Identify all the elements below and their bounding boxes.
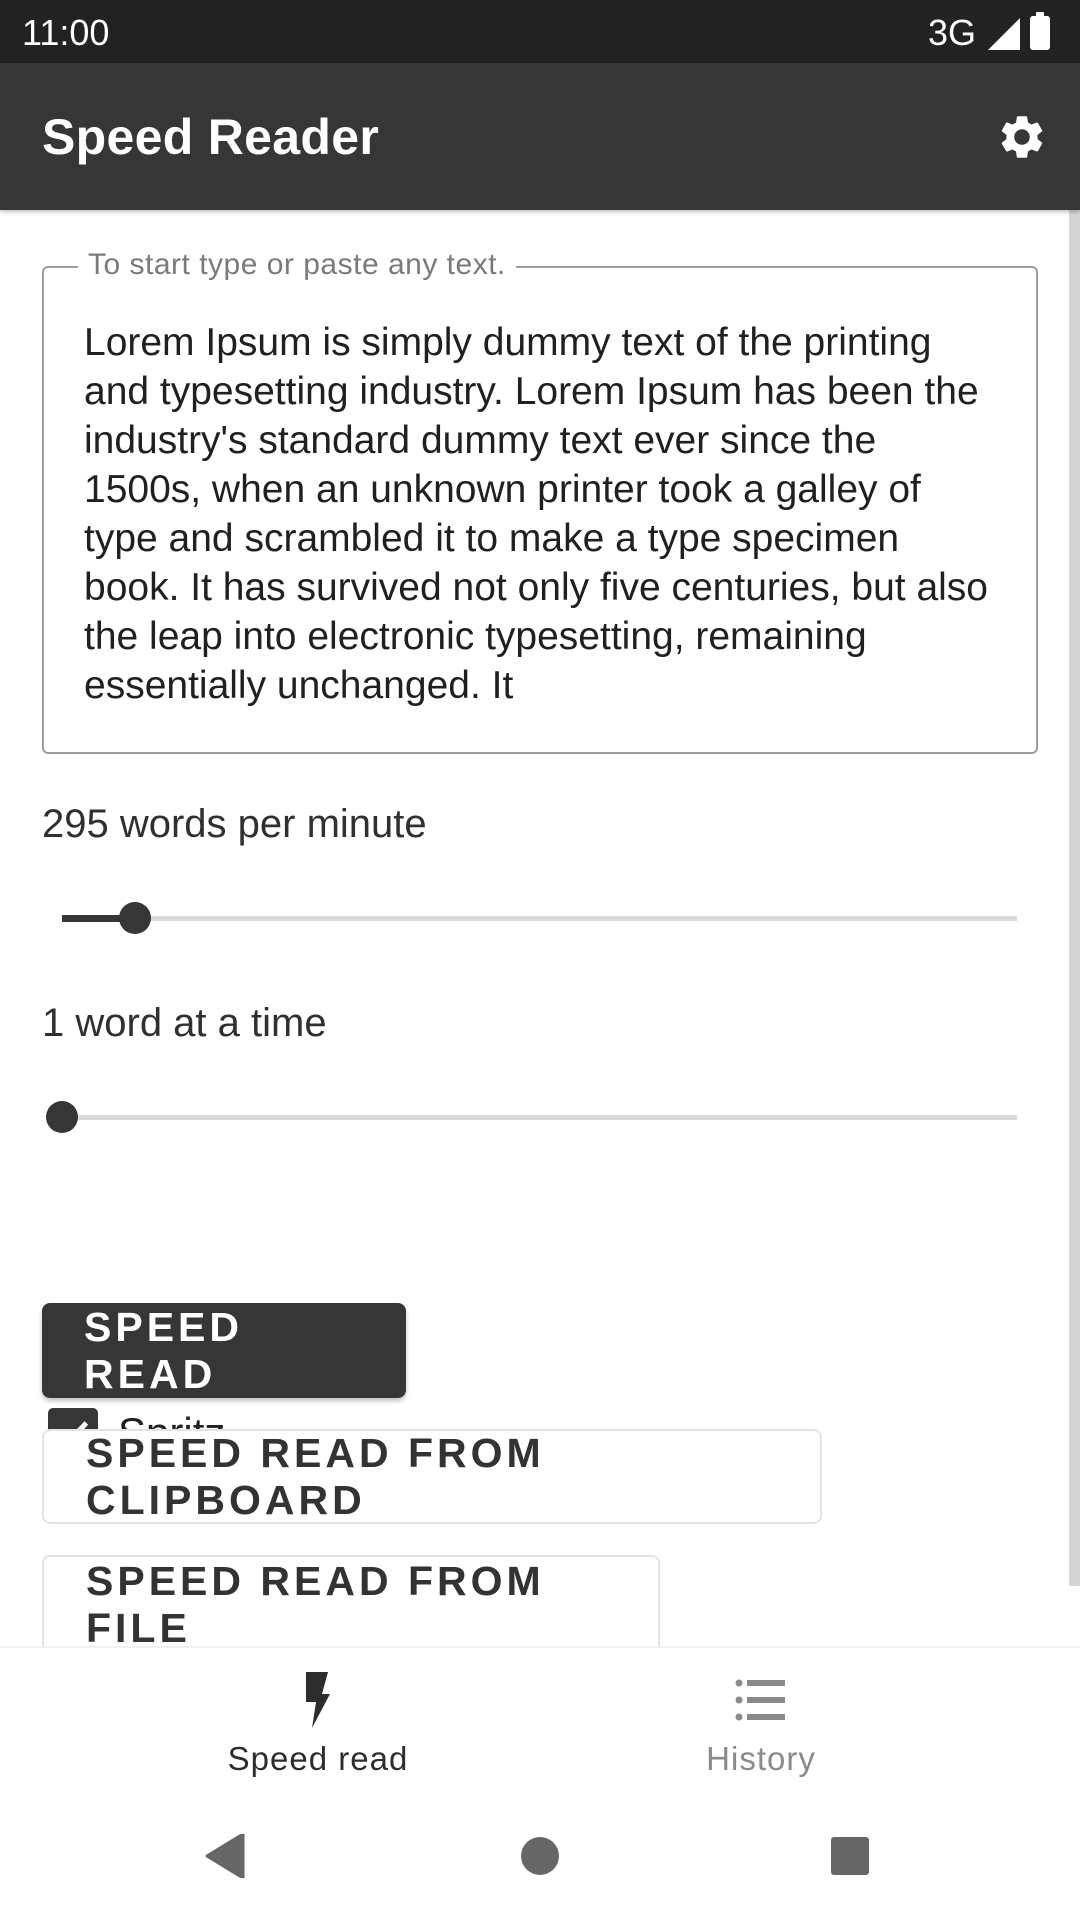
nav-speed-read-label: Speed read: [227, 1740, 409, 1777]
status-time: 11:00: [22, 12, 110, 53]
gear-icon: [1001, 116, 1043, 158]
slider-thumb[interactable]: [119, 902, 151, 934]
chunk-size-label: 1 word at a time: [42, 1001, 327, 1045]
screen: 11:00 3G Speed Reader To start type or p…: [0, 0, 1080, 1920]
text-input-value[interactable]: Lorem Ipsum is simply dummy text of the …: [84, 318, 996, 710]
status-bar: 11:00 3G: [0, 0, 1080, 63]
nav-history[interactable]: History: [491, 1648, 1031, 1798]
home-icon: [521, 1837, 559, 1875]
speed-read-button[interactable]: SPEED READ: [42, 1303, 406, 1398]
slider-track: [62, 916, 1017, 921]
back-button[interactable]: [195, 1826, 255, 1886]
network-type: 3G: [927, 12, 976, 53]
bottom-navigation: Speed read History: [0, 1646, 1080, 1796]
chunk-size-slider[interactable]: [46, 1097, 1017, 1137]
recents-button[interactable]: [820, 1826, 880, 1886]
wpm-label: 295 words per minute: [42, 802, 427, 846]
slider-thumb[interactable]: [46, 1101, 78, 1133]
signal-icon: [988, 18, 1020, 50]
app-bar: Speed Reader: [0, 63, 1080, 210]
system-navigation-bar: [0, 1796, 1080, 1920]
recents-icon: [831, 1837, 869, 1875]
status-icons: 3G: [928, 12, 1050, 54]
scrollbar[interactable]: [1069, 210, 1080, 1586]
home-button[interactable]: [510, 1826, 570, 1886]
battery-icon: [1030, 12, 1050, 50]
speed-read-clipboard-button[interactable]: SPEED READ FROM CLIPBOARD: [42, 1429, 822, 1524]
main-content: To start type or paste any text. Lorem I…: [0, 210, 1080, 1646]
settings-button[interactable]: [990, 105, 1054, 169]
list-icon: [735, 1679, 785, 1721]
app-title: Speed Reader: [42, 109, 380, 165]
text-input-label: To start type or paste any text.: [78, 248, 516, 282]
speed-read-file-button[interactable]: SPEED READ FROM FILE: [42, 1555, 660, 1646]
slider-track: [62, 1115, 1017, 1120]
lightning-bolt-icon: [306, 1672, 330, 1728]
wpm-slider[interactable]: [62, 898, 1017, 938]
text-input-field[interactable]: To start type or paste any text. Lorem I…: [42, 248, 1038, 754]
back-icon: [205, 1834, 245, 1878]
nav-history-label: History: [706, 1740, 816, 1777]
